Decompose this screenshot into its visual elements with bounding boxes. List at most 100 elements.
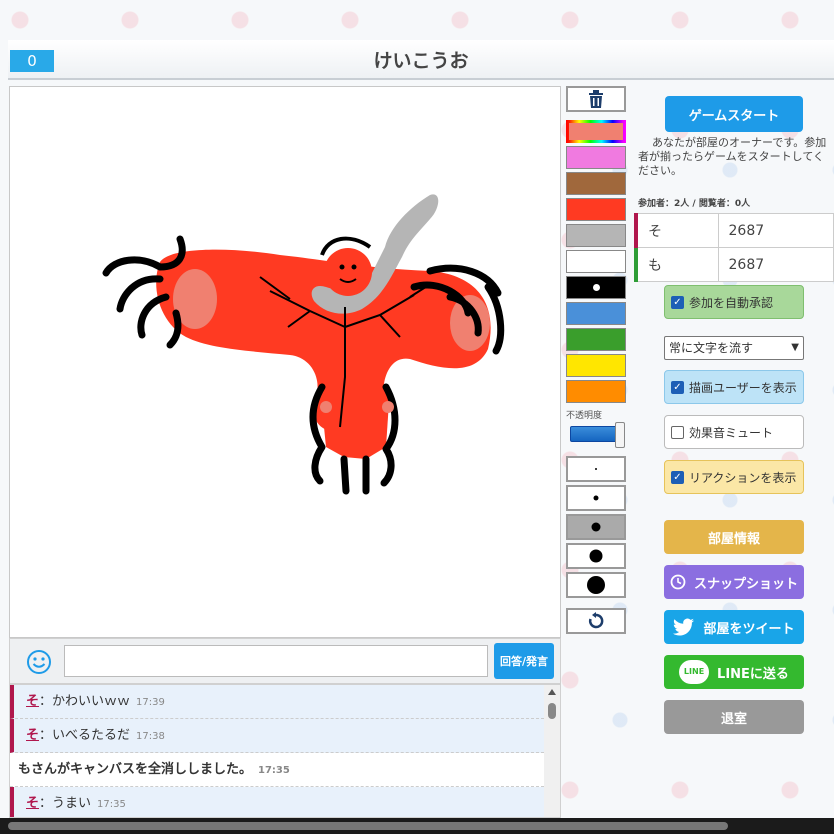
chat-message-time: 17:38 — [136, 731, 165, 742]
chat-message-time: 17:35 — [97, 799, 126, 810]
auto-approve-label: 参加を自動承認 — [689, 295, 774, 310]
scroll-up-arrow-icon[interactable] — [548, 689, 556, 695]
clear-canvas-button[interactable] — [566, 86, 626, 112]
chat-log: そ：かわいいｗｗ 17:39 そ：いべるたるだ 17:38 もさんがキャンバスを全消しし… — [9, 684, 561, 818]
clock-icon — [670, 574, 686, 590]
drawing-right-eye — [351, 264, 357, 270]
brush-size-button[interactable] — [566, 572, 626, 598]
brush-size-button[interactable] — [566, 514, 626, 540]
color-swatch[interactable] — [566, 198, 626, 221]
leave-room-button[interactable]: 退室 — [664, 700, 804, 734]
player-score: 2687 — [717, 213, 834, 248]
mute-sfx-option[interactable]: 効果音ミュート — [664, 415, 804, 449]
player-row: も 2687 — [634, 247, 834, 282]
answer-send-button[interactable]: 回答/発言 — [494, 643, 554, 679]
show-reactions-checkbox[interactable]: ✓ — [671, 470, 684, 484]
canvas-drawing — [102, 194, 505, 495]
show-reactions-option[interactable]: ✓ リアクションを表示 — [664, 460, 804, 494]
auto-approve-checkbox[interactable]: ✓ — [671, 295, 684, 309]
selected-color-dot — [592, 284, 600, 291]
snapshot-label: スナップショット — [693, 576, 798, 592]
color-swatch[interactable] — [566, 120, 626, 143]
chat-scrollbar[interactable] — [544, 685, 560, 817]
drawing-left-foot-dot — [320, 401, 332, 413]
player-row: そ 2687 — [634, 213, 834, 248]
smiley-icon[interactable] — [26, 649, 52, 675]
show-drawer-label: 描画ユーザーを表示 — [689, 380, 797, 395]
chat-message: そ：かわいいｗｗ 17:39 — [10, 685, 544, 719]
show-drawer-checkbox[interactable]: ✓ — [671, 380, 684, 394]
drawing-left-eye — [339, 264, 345, 270]
brush-size-dot — [587, 576, 605, 594]
text-flow-value: 常に文字を流す — [669, 341, 754, 355]
show-drawer-option[interactable]: ✓ 描画ユーザーを表示 — [664, 370, 804, 404]
color-swatch[interactable] — [566, 172, 626, 195]
chat-message-time: 17:35 — [258, 765, 290, 776]
chat-message-input[interactable] — [64, 645, 488, 677]
color-swatch[interactable] — [566, 224, 626, 247]
brush-size-dot — [591, 522, 601, 532]
drawing-lower-body — [320, 387, 390, 459]
drawing-head — [324, 248, 372, 296]
brush-size-button[interactable] — [566, 543, 626, 569]
color-swatch[interactable] — [566, 380, 626, 403]
tweet-room-button[interactable]: 部屋をツイート — [664, 610, 804, 644]
show-reactions-label: リアクションを表示 — [689, 470, 797, 485]
participant-counts: 参加者：2人 / 閲覧者：0人 — [638, 199, 751, 209]
chevron-down-icon: ▼ — [791, 342, 799, 353]
page-horizontal-scrollbar[interactable] — [0, 818, 834, 834]
room-info-label: 部屋情報 — [707, 531, 760, 547]
opacity-slider-thumb[interactable] — [615, 422, 625, 448]
brush-size-dot — [589, 549, 603, 563]
chat-message: そ：うまい 17:35 — [10, 787, 544, 817]
chat-input-bar: 回答/発言 — [9, 638, 561, 684]
player-name: も — [634, 247, 719, 282]
player-score-table: そ 2687 も 2687 — [634, 213, 834, 282]
line-share-button[interactable]: LINE LINEに送る — [664, 655, 804, 689]
room-header: 0 けいこうお — [8, 40, 834, 80]
room-info-button[interactable]: 部屋情報 — [664, 520, 804, 554]
brush-size-button[interactable] — [566, 456, 626, 482]
color-swatch[interactable] — [566, 354, 626, 377]
player-name: そ — [634, 213, 719, 248]
line-share-label: LINEに送る — [717, 666, 789, 682]
chat-message-author[interactable]: そ — [26, 796, 39, 811]
leave-room-label: 退室 — [720, 711, 747, 727]
chat-message: もさんがキャンバスを全消ししました。 17:35 — [10, 753, 544, 787]
owner-note: あなたが部屋のオーナーです。参加者が揃ったらゲームをスタートしてください。 — [638, 136, 827, 177]
line-logo-icon: LINE — [679, 660, 710, 684]
chat-message-text: もさんがキャンバスを全消ししました。 — [18, 762, 253, 777]
chat-message-author[interactable]: そ — [26, 694, 39, 709]
chat-scrollbar-thumb[interactable] — [548, 703, 556, 719]
chat-message: そ：いべるたるだ 17:38 — [10, 719, 544, 753]
undo-button[interactable] — [566, 608, 626, 634]
chat-message-text: ：いべるたるだ — [39, 728, 131, 743]
color-swatch[interactable] — [566, 328, 626, 351]
mute-sfx-label: 効果音ミュート — [689, 425, 774, 440]
color-swatch[interactable] — [566, 250, 626, 273]
text-flow-select[interactable]: 常に文字を流す ▼ — [664, 336, 804, 360]
undo-icon — [588, 612, 604, 629]
brush-size-dot — [595, 468, 597, 470]
drawing-canvas[interactable] — [9, 86, 561, 638]
opacity-slider[interactable] — [570, 422, 625, 448]
tweet-room-label: 部屋をツイート — [703, 621, 795, 637]
color-swatch[interactable] — [566, 276, 626, 299]
trash-icon — [589, 90, 603, 108]
mute-sfx-checkbox[interactable] — [671, 425, 684, 439]
drawing-right-foot-dot — [382, 401, 394, 413]
chat-message-text: ：うまい — [39, 796, 92, 811]
game-start-button[interactable]: ゲームスタート — [665, 96, 803, 132]
chat-message-author[interactable]: そ — [26, 728, 39, 743]
snapshot-button[interactable]: スナップショット — [664, 565, 804, 599]
color-swatch[interactable] — [566, 302, 626, 325]
brush-size-button[interactable] — [566, 485, 626, 511]
opacity-label: 不透明度 — [566, 411, 603, 421]
color-swatch[interactable] — [566, 146, 626, 169]
room-title: けいこうお — [373, 50, 469, 72]
page-scrollbar-thumb[interactable] — [8, 822, 728, 830]
chat-message-text: ：かわいいｗｗ — [39, 694, 131, 709]
twitter-bird-icon — [673, 618, 695, 636]
auto-approve-option[interactable]: ✓ 参加を自動承認 — [664, 285, 804, 319]
player-score: 2687 — [717, 247, 834, 282]
